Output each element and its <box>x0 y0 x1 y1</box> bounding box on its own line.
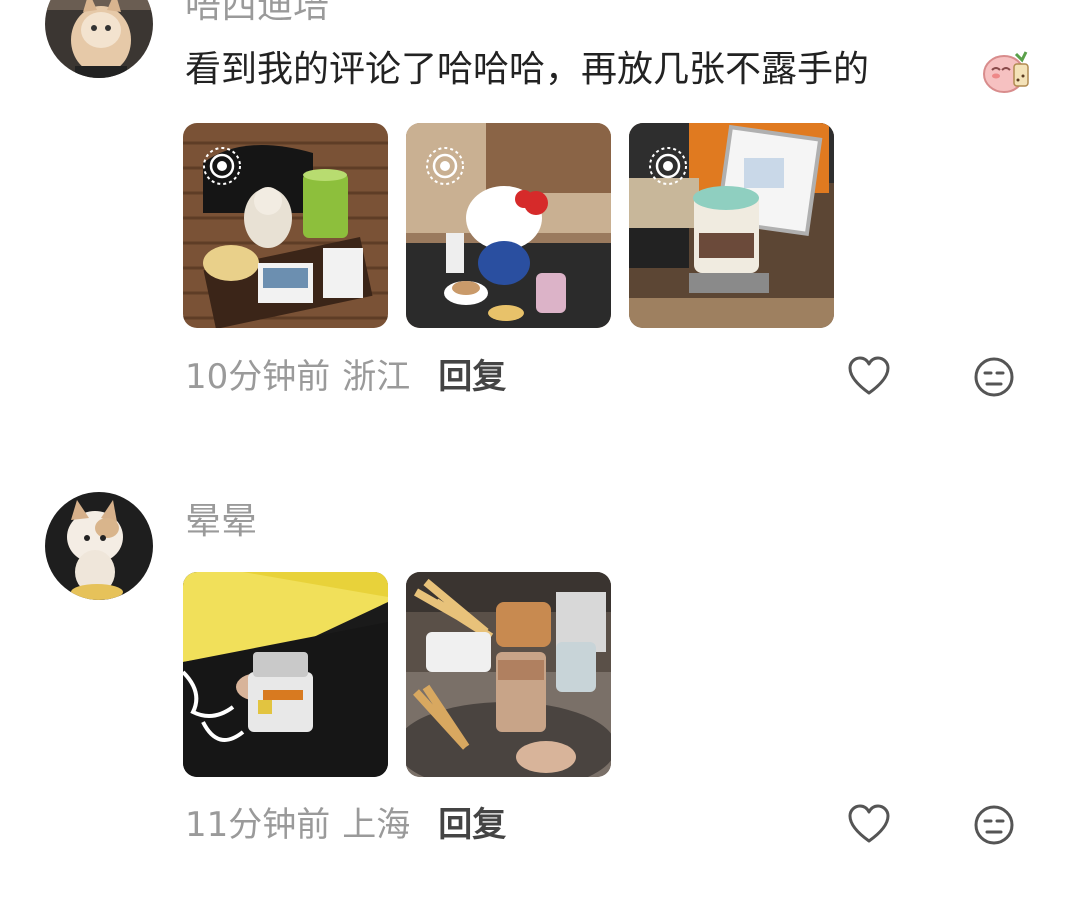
live-photo-icon <box>647 145 689 187</box>
peach-milk-tea-emoji <box>982 46 1032 94</box>
avatar[interactable] <box>45 0 153 78</box>
reply-button[interactable]: 回复 <box>438 357 506 397</box>
comment-photo[interactable] <box>183 123 388 328</box>
heart-icon[interactable] <box>847 355 891 399</box>
live-photo-icon <box>424 145 466 187</box>
timestamp: 10分钟前 <box>185 357 331 397</box>
avatar[interactable] <box>45 492 153 600</box>
timestamp: 11分钟前 <box>185 805 331 845</box>
comment-meta: 10分钟前 浙江 回复 <box>185 357 506 397</box>
location: 浙江 <box>342 357 411 397</box>
comment-photo[interactable] <box>406 572 611 777</box>
comment-photo[interactable] <box>629 123 834 328</box>
username[interactable]: 唔西迪培 <box>185 0 329 26</box>
location: 上海 <box>342 805 411 845</box>
heart-icon[interactable] <box>847 803 891 847</box>
meh-face-icon[interactable] <box>972 355 1016 399</box>
comment-item: 唔西迪培 看到我的评论了哈哈哈，再放几张不露手的 10分钟前 浙江 回复 <box>0 0 1080 430</box>
comment-photo[interactable] <box>406 123 611 328</box>
live-photo-icon <box>201 145 243 187</box>
username[interactable]: 晕晕 <box>185 502 257 542</box>
meh-face-icon[interactable] <box>972 803 1016 847</box>
reply-button[interactable]: 回复 <box>438 805 506 845</box>
cat-avatar-image <box>45 492 153 600</box>
cat-avatar-image <box>45 0 153 78</box>
comment-text: 看到我的评论了哈哈哈，再放几张不露手的 <box>185 49 870 90</box>
comment-meta: 11分钟前 上海 回复 <box>185 805 506 845</box>
comment-photo[interactable] <box>183 572 388 777</box>
comment-item: 晕晕 11分钟前 上海 回复 <box>0 480 1080 910</box>
